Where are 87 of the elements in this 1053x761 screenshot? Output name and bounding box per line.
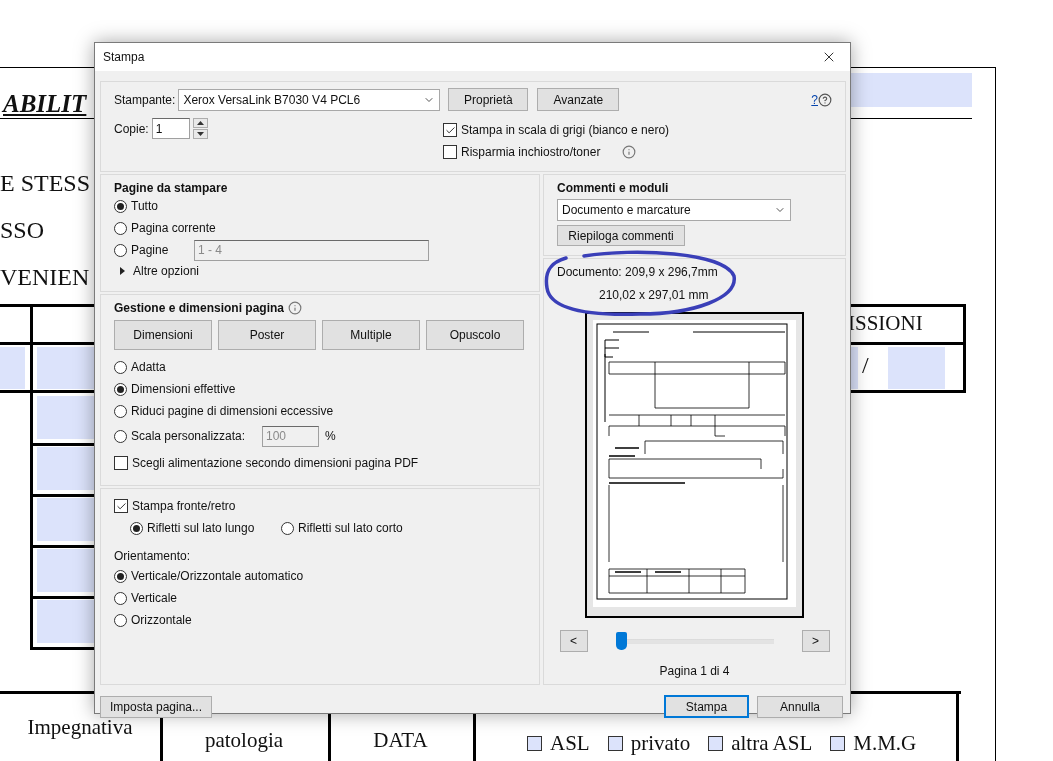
document-size-text: Documento: 209,9 x 296,7mm	[557, 265, 718, 279]
previous-page-button[interactable]: <	[559, 630, 588, 652]
form-field	[37, 498, 97, 541]
page-mode-button[interactable]: Opuscolo	[426, 320, 524, 350]
copies-field[interactable]: 1	[151, 118, 190, 139]
print-button[interactable]: Stampa	[664, 695, 749, 718]
radio-button[interactable]	[114, 382, 127, 396]
cancel-button[interactable]: Annulla	[757, 695, 843, 718]
page-mode-button[interactable]: Poster	[218, 320, 316, 350]
checkbox[interactable]	[443, 123, 457, 137]
info-icon[interactable]	[622, 145, 637, 159]
option-label[interactable]: Verticale	[131, 591, 178, 605]
form-field	[37, 549, 97, 592]
page-mode-button[interactable]: Dimensioni	[114, 320, 212, 350]
radio-button[interactable]	[114, 360, 127, 374]
radio-button[interactable]	[114, 591, 127, 605]
more-options-expander[interactable]: Altre opzioni	[114, 261, 200, 281]
window-title: Stampa	[103, 50, 145, 64]
page-indicator: Pagina 1 di 4	[659, 664, 730, 678]
document-text: E STESS	[0, 170, 91, 197]
option-label[interactable]: Rifletti sul lato lungo	[147, 521, 255, 535]
slider-thumb[interactable]	[615, 632, 627, 650]
field-label: Stampante:	[114, 92, 176, 107]
option-label[interactable]: Riduci pagine di dimensioni eccessive	[131, 404, 334, 418]
radio-button[interactable]	[281, 521, 294, 535]
next-page-button[interactable]: >	[801, 630, 830, 652]
comments-dropdown[interactable]: Documento e marcature	[557, 199, 791, 221]
printer-dropdown[interactable]: Xerox VersaLink B7030 V4 PCL6	[178, 88, 441, 111]
triangle-down-icon	[196, 132, 204, 136]
option-label[interactable]: Scegli alimentazione secondo dimensioni pagina PDF	[132, 456, 419, 470]
option-label: privato	[630, 731, 691, 756]
radio-button[interactable]	[114, 404, 127, 418]
section-title: Pagine da stampare	[114, 181, 229, 195]
form-field	[37, 396, 97, 439]
form-field	[37, 447, 97, 490]
triangle-icon	[120, 267, 125, 275]
radio-button[interactable]	[114, 569, 127, 583]
spin-up-button[interactable]	[192, 118, 208, 128]
check-icon	[444, 124, 456, 136]
column-header: patologia	[204, 727, 284, 754]
form-field	[0, 347, 25, 389]
section-title: Gestione e dimensioni pagina	[114, 301, 285, 315]
form-field	[37, 347, 97, 389]
option-label[interactable]: Stampa in scala di grigi (bianco e nero)	[461, 123, 670, 137]
document-heading: ABILIT	[0, 90, 88, 118]
info-icon[interactable]	[288, 301, 303, 315]
option-label[interactable]: Stampa fronte/retro	[132, 499, 236, 513]
checkbox[interactable]	[443, 145, 457, 159]
option-label[interactable]: Risparmia inchiostro/toner	[461, 145, 601, 159]
radio-button[interactable]	[114, 221, 127, 235]
date-separator: /	[862, 352, 869, 379]
option-label[interactable]: Rifletti sul lato corto	[298, 521, 403, 535]
option-label[interactable]: Verticale/Orizzontale automatico	[131, 569, 304, 583]
column-header: ISSIONI	[848, 311, 923, 336]
option-label[interactable]: Dimensioni effettive	[131, 382, 236, 396]
paper-size-text: 210,02 x 297,01 mm	[599, 288, 709, 302]
form-field	[888, 347, 945, 389]
option-label[interactable]: Orizzontale	[131, 613, 192, 627]
page-setup-button[interactable]: Imposta pagina...	[100, 695, 212, 718]
option-label[interactable]: Adatta	[131, 360, 166, 374]
document-text: SSO	[0, 217, 45, 244]
checkbox[interactable]	[114, 456, 128, 470]
section-title: Orientamento:	[114, 549, 192, 563]
option-label[interactable]: Tutto	[131, 199, 158, 213]
radio-button[interactable]	[114, 199, 127, 213]
checkbox[interactable]	[114, 499, 128, 513]
page-mode-button[interactable]: Multiple	[322, 320, 420, 350]
help-link[interactable]: ?	[811, 92, 818, 107]
properties-button[interactable]: Proprietà	[448, 88, 529, 111]
unit-label: %	[325, 429, 336, 443]
radio-button[interactable]	[130, 521, 143, 535]
check-icon	[115, 500, 127, 512]
help-icon[interactable]	[818, 92, 832, 107]
option-label: M.M.G	[853, 731, 917, 756]
summarize-comments-button[interactable]: Riepiloga commenti	[557, 225, 685, 246]
document-text: VENIEN	[0, 264, 90, 291]
spin-down-button[interactable]	[192, 129, 208, 139]
option-label[interactable]: Pagina corrente	[131, 221, 216, 235]
field-label: Copie:	[114, 121, 149, 136]
option-label: altra ASL	[731, 731, 813, 756]
triangle-up-icon	[196, 121, 204, 125]
form-field	[37, 600, 97, 643]
column-header: DATA	[373, 727, 428, 754]
section-title: Commenti e moduli	[557, 181, 670, 195]
advanced-button[interactable]: Avanzate	[537, 88, 620, 111]
radio-button[interactable]	[114, 613, 127, 627]
option-label: ASL	[550, 731, 590, 756]
